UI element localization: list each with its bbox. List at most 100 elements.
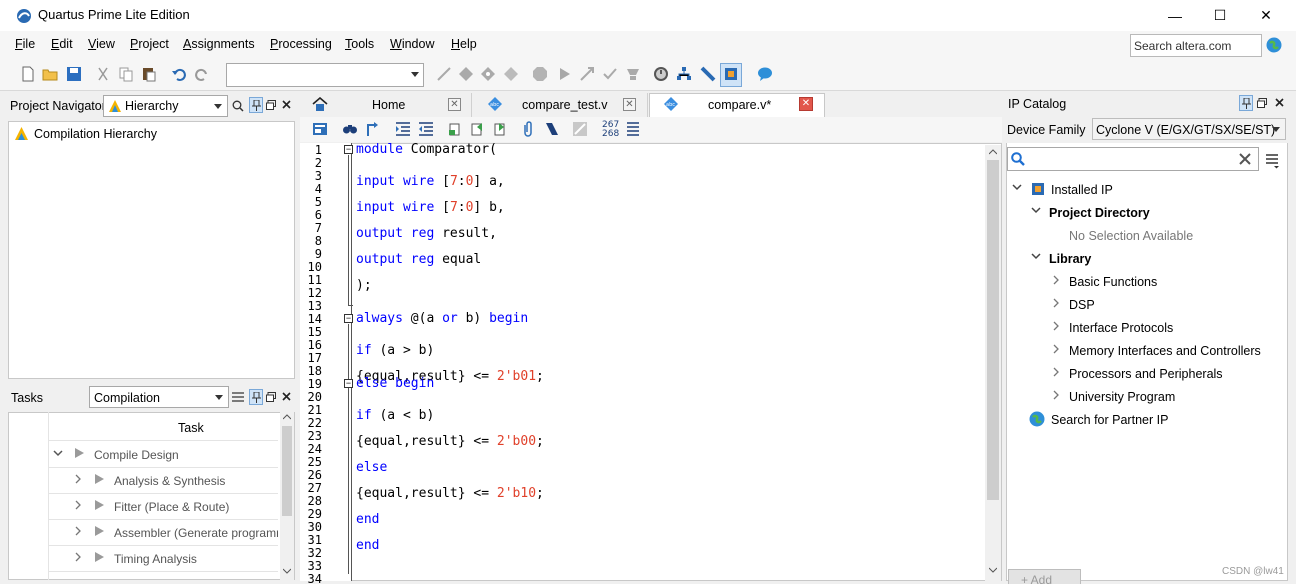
outline-icon[interactable]	[312, 121, 328, 137]
search-icon[interactable]	[232, 100, 244, 112]
fold-toggle-icon[interactable]: −	[344, 314, 353, 323]
menu-tools[interactable]: Tools	[345, 37, 374, 51]
timer-icon[interactable]	[653, 66, 669, 82]
library-item-basic-functions[interactable]: Basic Functions	[1069, 275, 1157, 289]
stop-icon[interactable]	[532, 66, 548, 82]
chevron-down-icon[interactable]	[1031, 253, 1041, 260]
chevron-right-icon[interactable]	[1053, 344, 1060, 354]
analysis-icon[interactable]	[579, 66, 595, 82]
new-file-icon[interactable]	[20, 66, 36, 82]
paste-icon[interactable]	[141, 66, 157, 82]
compilation-hierarchy-item[interactable]: Compilation Hierarchy	[34, 127, 157, 141]
chevron-right-icon[interactable]	[1053, 275, 1060, 285]
menu-view[interactable]: View	[88, 37, 115, 51]
programmer-icon[interactable]	[700, 66, 716, 82]
chevron-right-icon[interactable]	[1053, 321, 1060, 331]
library-item-memory-interfaces[interactable]: Memory Interfaces and Controllers	[1069, 344, 1261, 358]
ip-search-input[interactable]	[1007, 147, 1259, 171]
close-icon[interactable]	[1275, 98, 1284, 107]
minimize-button[interactable]: —	[1152, 0, 1198, 31]
attach-icon[interactable]	[522, 121, 534, 137]
task-row-analysis-synthesis[interactable]: Analysis & Synthesis	[48, 468, 278, 494]
library-item-interface-protocols[interactable]: Interface Protocols	[1069, 321, 1173, 335]
save-icon[interactable]	[66, 66, 82, 82]
tab-compare-test-close-icon[interactable]: ✕	[623, 98, 636, 111]
netlist-icon[interactable]	[625, 66, 641, 82]
clear-search-icon[interactable]	[1239, 153, 1251, 165]
project-directory-node[interactable]: Project Directory	[1049, 206, 1150, 220]
maximize-button[interactable]: ☐	[1197, 0, 1243, 31]
search-altera-input[interactable]: Search altera.com	[1130, 34, 1262, 57]
editor-scroll-thumb[interactable]	[987, 160, 999, 500]
installed-ip-node[interactable]: Installed IP	[1051, 183, 1113, 197]
float-window-icon[interactable]	[266, 392, 276, 402]
chevron-right-icon[interactable]	[1053, 390, 1060, 400]
open-file-icon[interactable]	[42, 66, 58, 82]
pin-button[interactable]	[1239, 95, 1253, 111]
template-icon[interactable]	[572, 121, 588, 137]
menu-edit[interactable]: Edit	[51, 37, 73, 51]
menu-processing[interactable]: Processing	[270, 37, 332, 51]
settings-icon[interactable]	[503, 66, 519, 82]
revision-combo[interactable]	[226, 63, 424, 87]
float-window-icon[interactable]	[266, 100, 276, 110]
close-window-button[interactable]: ✕	[1243, 0, 1289, 31]
menu-help[interactable]: Help	[451, 37, 477, 51]
chevron-right-icon[interactable]	[1053, 367, 1060, 377]
scroll-up-icon[interactable]	[989, 149, 997, 155]
timing-check-icon[interactable]	[602, 66, 618, 82]
pin-button[interactable]	[249, 389, 263, 405]
task-row-assembler[interactable]: Assembler (Generate programm	[48, 520, 278, 546]
menu-file[interactable]: File	[15, 37, 35, 51]
tab-home-close-icon[interactable]: ✕	[448, 98, 461, 111]
tab-compare-close-icon[interactable]: ✕	[799, 97, 813, 111]
bookmark-icon[interactable]	[447, 121, 463, 137]
globe-icon[interactable]	[1266, 37, 1282, 53]
close-icon[interactable]	[282, 100, 291, 109]
prev-bookmark-icon[interactable]	[492, 121, 508, 137]
menu-project[interactable]: Project	[130, 37, 169, 51]
assignment-editor-icon[interactable]	[480, 66, 496, 82]
menu-assignments[interactable]: Assignments	[183, 37, 255, 51]
redo-icon[interactable]	[194, 66, 210, 82]
unindent-icon[interactable]	[418, 121, 434, 137]
line-number-toggle[interactable]: 267 268	[602, 121, 619, 139]
cut-icon[interactable]	[95, 66, 111, 82]
task-row-timing-analysis[interactable]: Timing Analysis	[48, 546, 278, 572]
device-family-combo[interactable]: Cyclone V (E/GX/GT/SX/SE/ST)	[1092, 118, 1286, 140]
next-bookmark-icon[interactable]	[469, 121, 485, 137]
tasks-flow-combo[interactable]: Compilation	[89, 386, 229, 408]
indent-icon[interactable]	[395, 121, 411, 137]
chevron-down-icon[interactable]	[1031, 207, 1041, 214]
tasks-scroll-thumb[interactable]	[282, 426, 292, 516]
navigator-view-combo[interactable]: Hierarchy	[103, 95, 228, 117]
task-row-compile-design[interactable]: Compile Design	[48, 442, 278, 468]
menu-window[interactable]: Window	[390, 37, 434, 51]
ip-options-menu-icon[interactable]	[1265, 153, 1280, 169]
library-item-processors[interactable]: Processors and Peripherals	[1069, 367, 1223, 381]
library-item-dsp[interactable]: DSP	[1069, 298, 1095, 312]
help-chat-icon[interactable]	[757, 66, 773, 82]
search-partner-ip-node[interactable]: Search for Partner IP	[1051, 413, 1168, 427]
add-ip-button[interactable]: + Add	[1008, 569, 1081, 584]
chevron-right-icon[interactable]	[1053, 298, 1060, 308]
goto-line-icon[interactable]	[365, 121, 381, 137]
copy-icon[interactable]	[118, 66, 134, 82]
fold-toggle-icon[interactable]: −	[344, 379, 353, 388]
close-icon[interactable]	[282, 392, 291, 401]
scroll-up-icon[interactable]	[283, 414, 291, 420]
library-item-university-program[interactable]: University Program	[1069, 390, 1175, 404]
fold-toggle-icon[interactable]: −	[344, 145, 353, 154]
pin-planner-icon[interactable]	[436, 66, 452, 82]
start-compilation-icon[interactable]	[556, 66, 572, 82]
rtl-viewer-icon[interactable]	[676, 66, 692, 82]
menu-icon[interactable]	[232, 392, 244, 402]
pin-button[interactable]	[249, 97, 263, 113]
wrap-text-icon[interactable]	[626, 121, 640, 137]
chip-planner-icon[interactable]	[458, 66, 474, 82]
task-row-fitter[interactable]: Fitter (Place & Route)	[48, 494, 278, 520]
find-icon[interactable]	[342, 121, 358, 137]
library-node[interactable]: Library	[1049, 252, 1091, 266]
scroll-down-icon[interactable]	[989, 567, 997, 573]
comment-icon[interactable]	[544, 121, 560, 137]
